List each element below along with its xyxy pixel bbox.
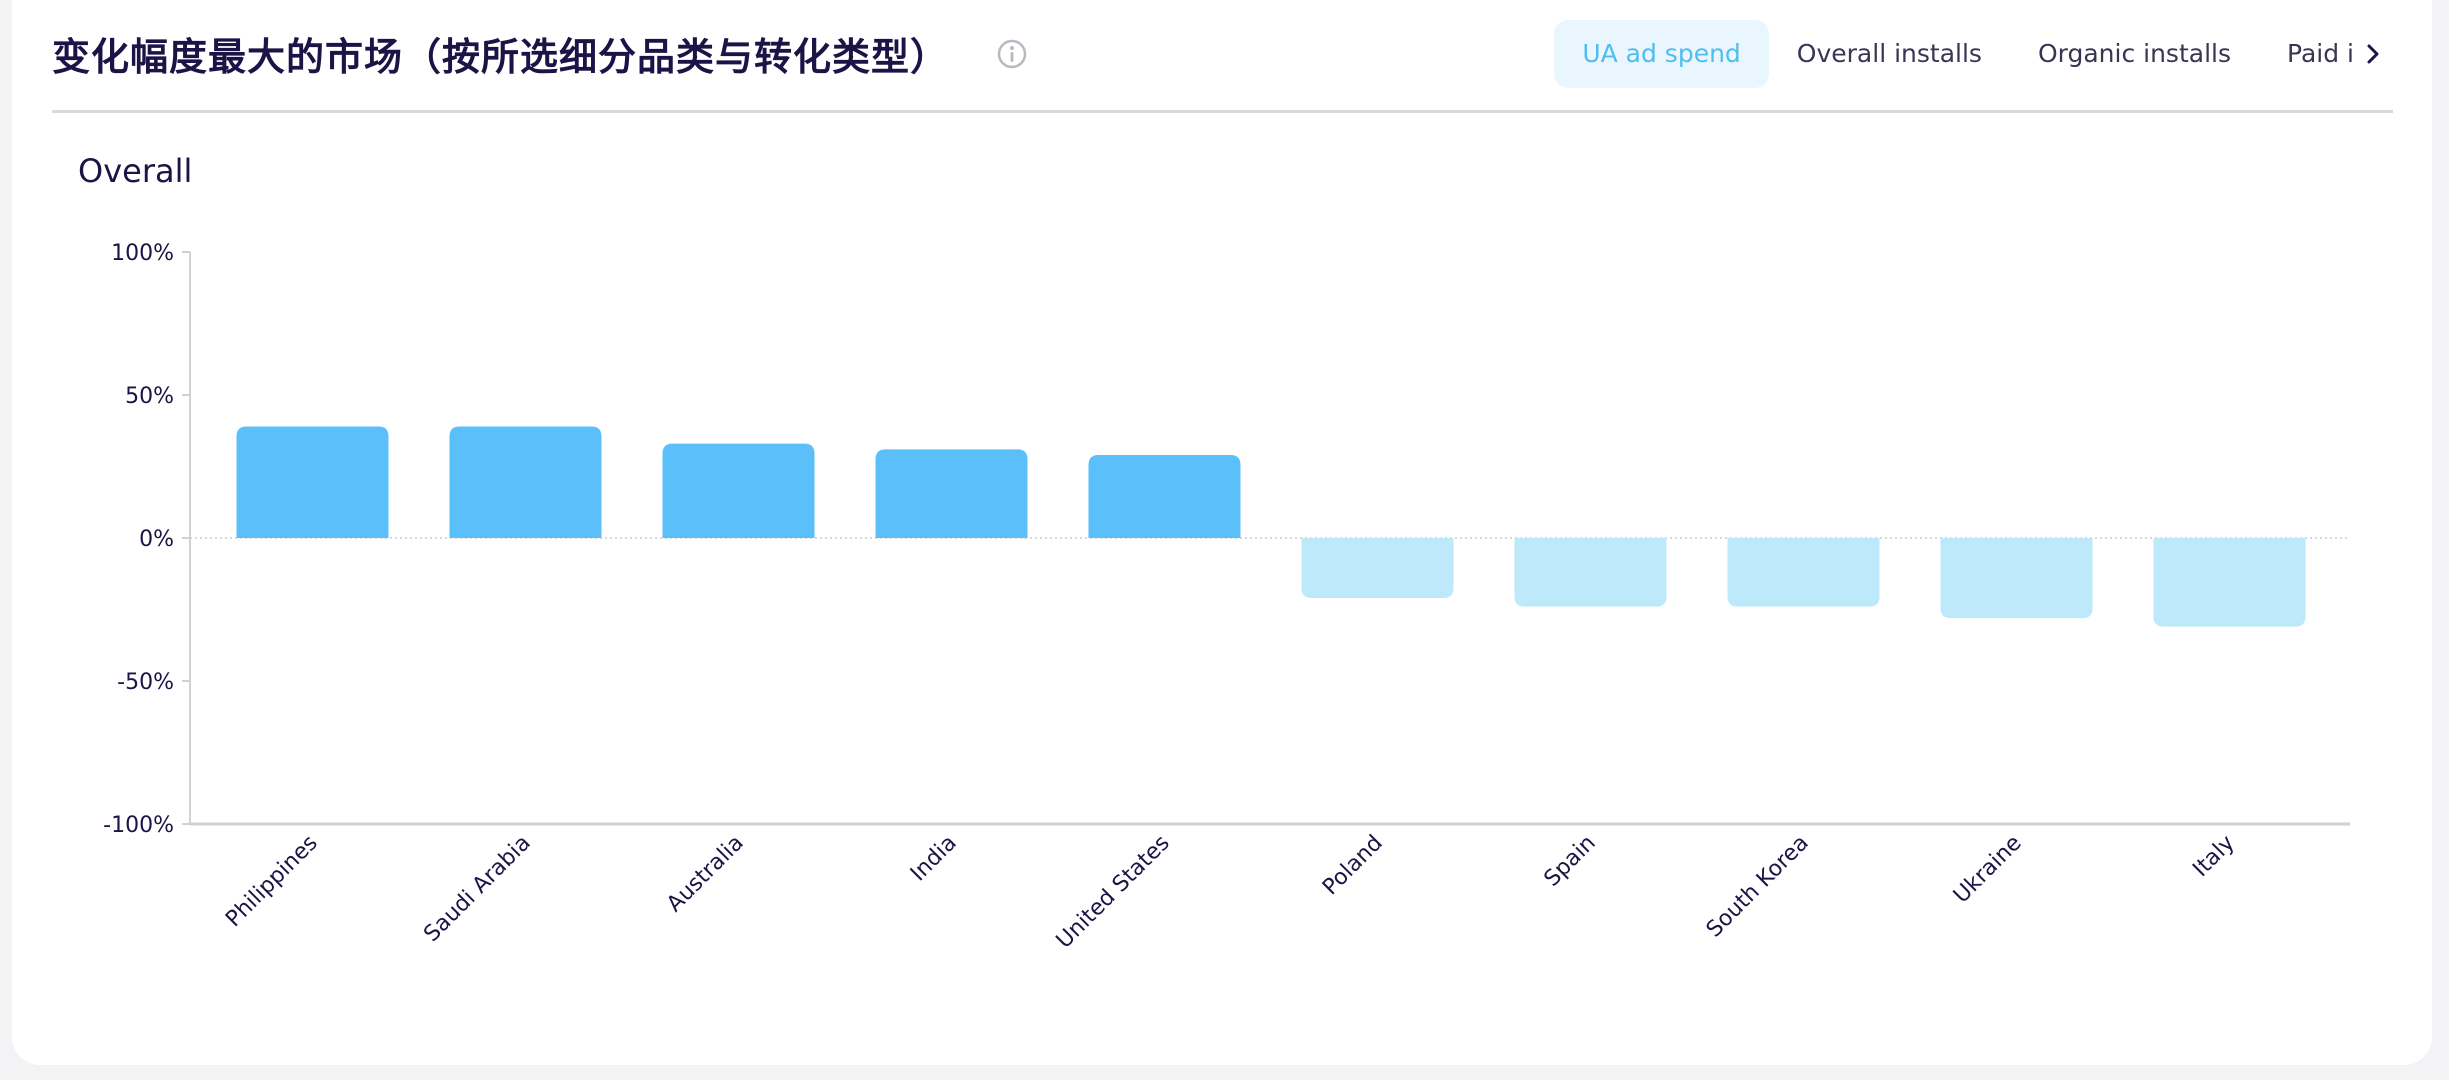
x-tick-label: Poland [1318,831,1388,901]
bar-spain [1514,538,1667,607]
bar-united-states [1088,455,1241,538]
x-tick-label: South Korea [1702,831,1814,943]
x-tick-label: Ukraine [1949,831,2027,909]
bar-poland [1301,538,1454,599]
bar-australia [662,443,815,538]
y-tick-label: -50% [117,670,174,695]
bar-ukraine [1940,538,2093,619]
x-tick-label: Saudi Arabia [419,831,535,947]
x-tick-label: United States [1052,831,1175,954]
y-tick-label: 50% [125,384,174,409]
y-tick-label: 100% [111,241,174,266]
bar-saudi-arabia [449,426,602,538]
bar-south-korea [1727,538,1880,607]
y-tick-label: -100% [103,813,174,838]
x-tick-label: Spain [1540,831,1601,892]
bar-italy [2153,538,2306,627]
x-tick-label: Italy [2188,831,2239,882]
bar-chart: 100% 50% 0% -50% -100% Philippines Saudi Arabi… [103,241,2350,954]
bar-philippines [236,426,389,538]
y-tick-label: 0% [139,527,174,552]
x-tick-label: Australia [662,831,748,917]
x-tick-label: Philippines [221,831,322,932]
bar-india [875,449,1028,538]
x-tick-label: India [906,831,962,887]
